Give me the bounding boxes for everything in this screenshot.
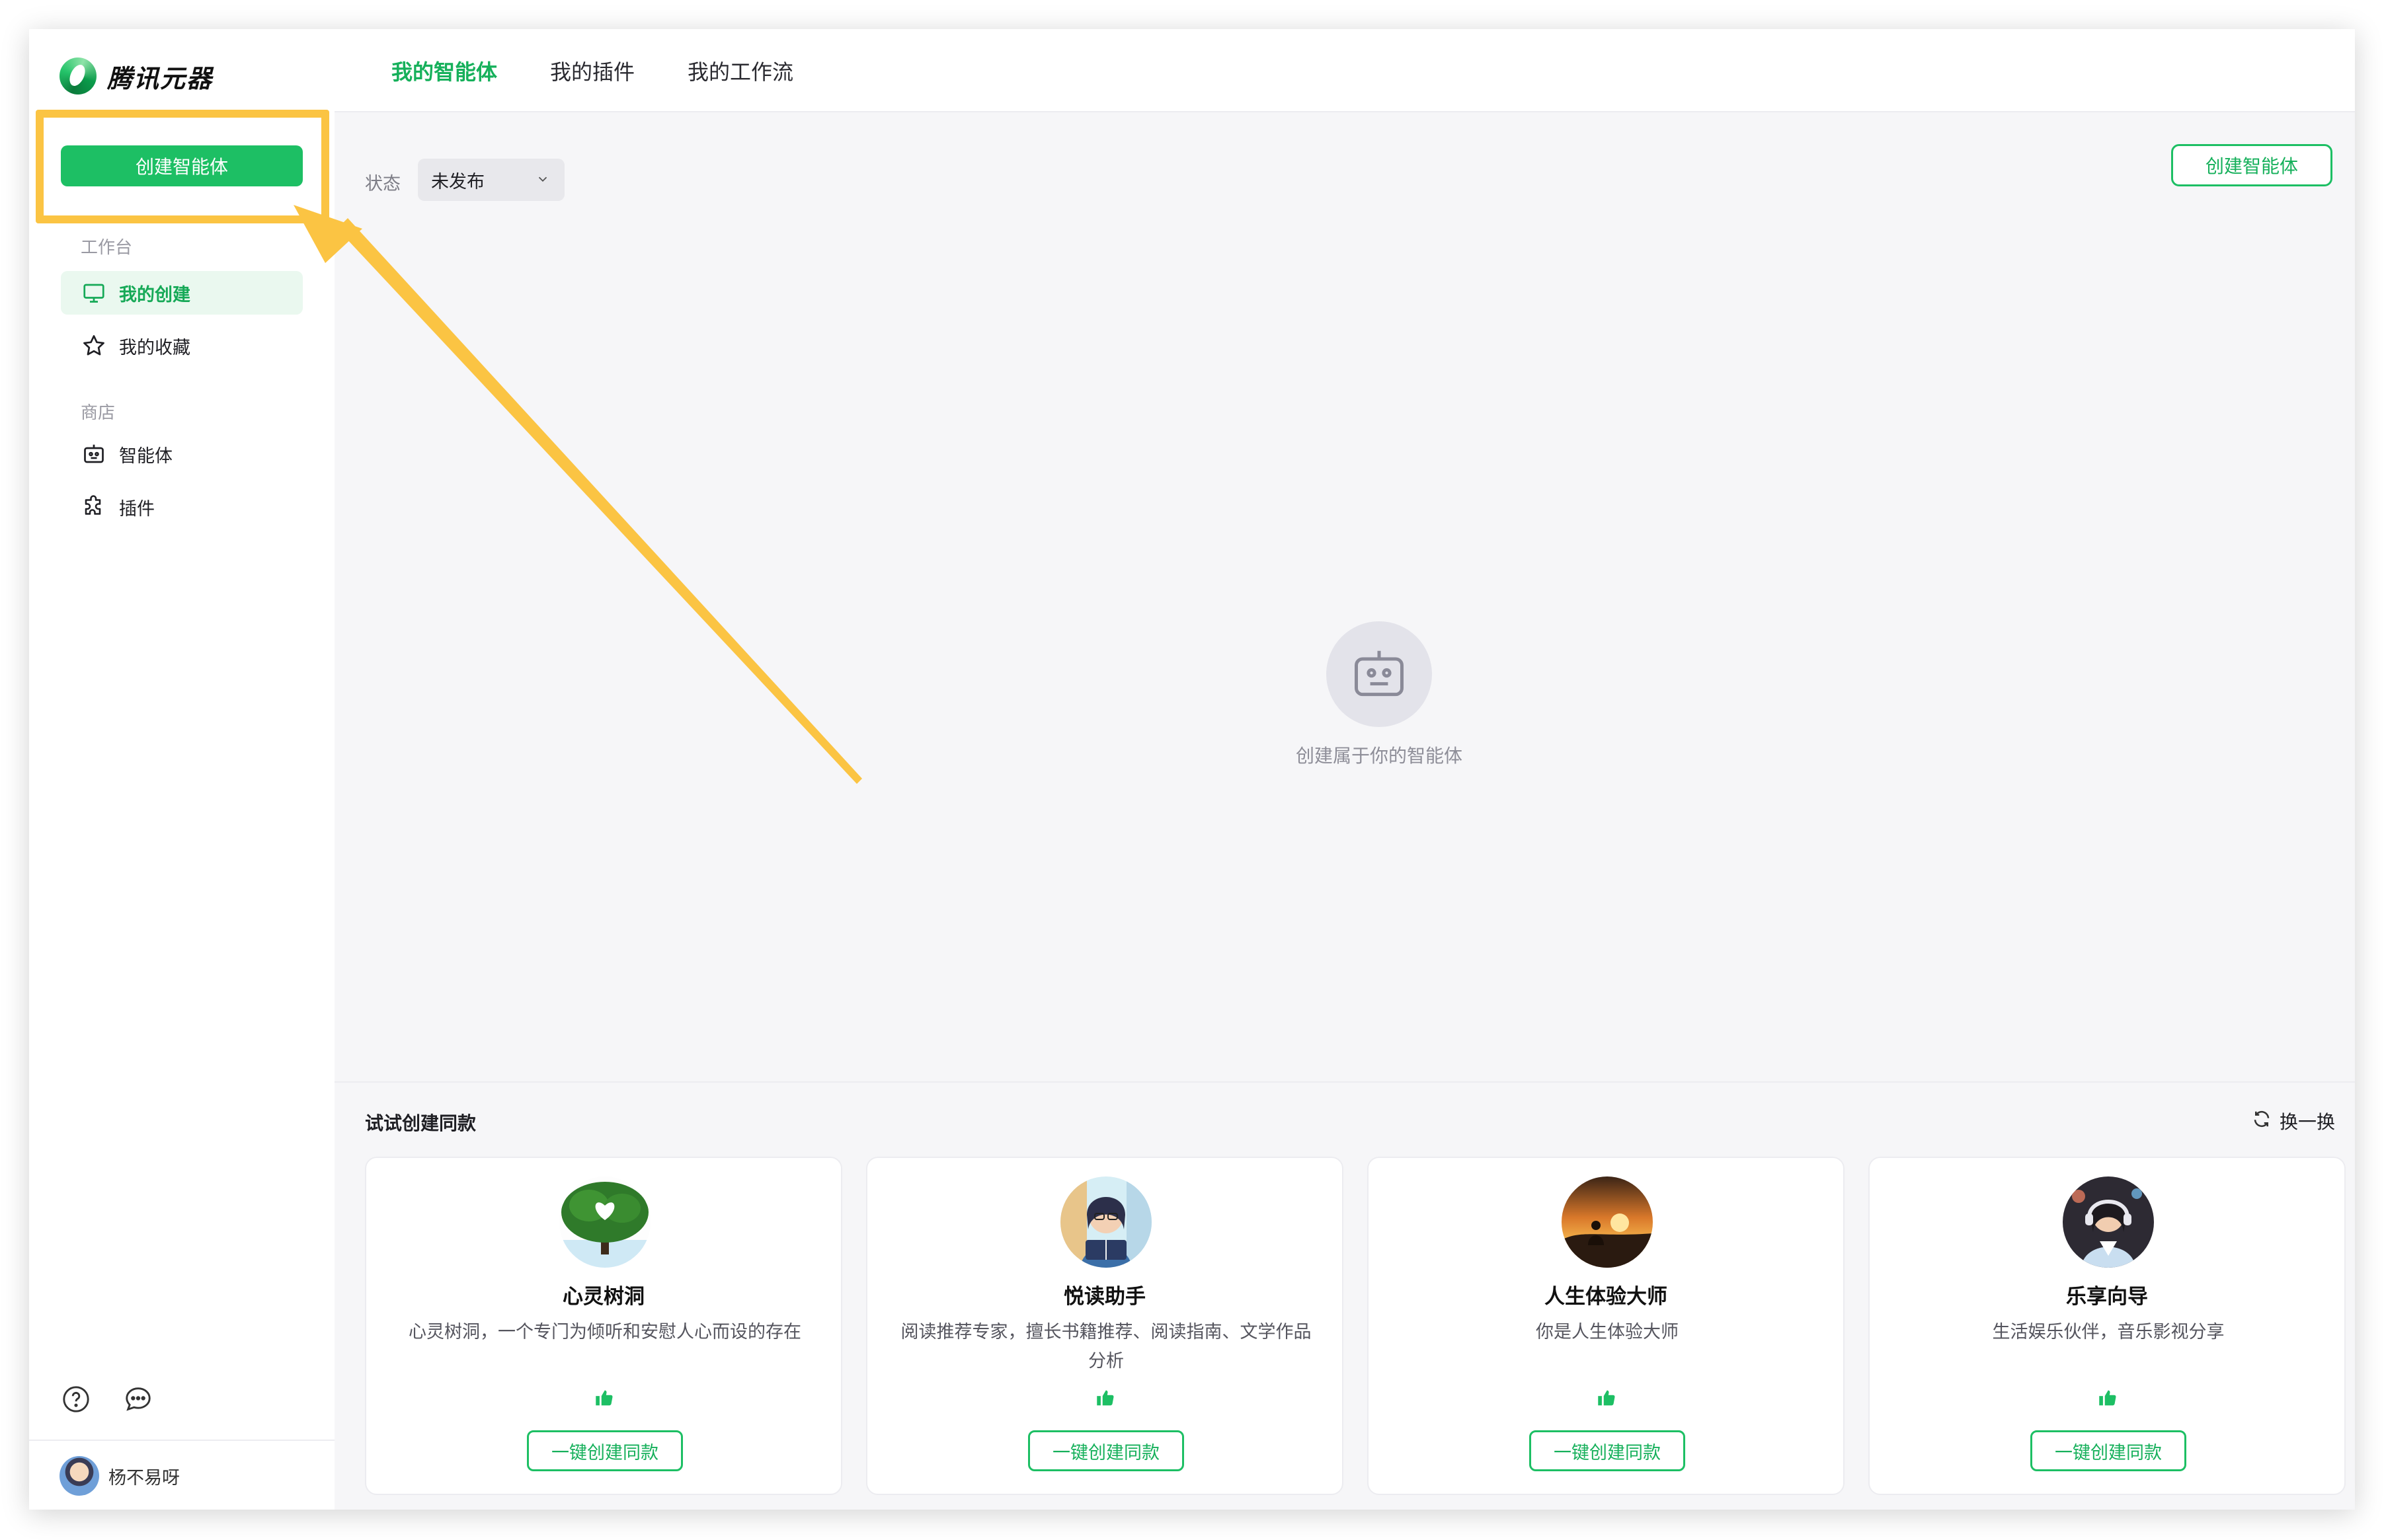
thumbs-up-icon[interactable] bbox=[1595, 1387, 1619, 1410]
create-agent-button[interactable]: 创建智能体 bbox=[2171, 144, 2332, 186]
sidebar-item-agents[interactable]: 智能体 bbox=[61, 432, 303, 476]
user-name: 杨不易呀 bbox=[108, 1467, 180, 1488]
thumbs-up-icon[interactable] bbox=[1094, 1387, 1118, 1410]
thumbs-up-icon[interactable] bbox=[593, 1387, 617, 1410]
section-title: 试试创建同款 bbox=[365, 1112, 477, 1134]
logo-icon bbox=[60, 58, 97, 95]
template-card[interactable]: 悦读助手 阅读推荐专家，擅长书籍推荐、阅读指南、文学作品分析 一键创建同款 bbox=[866, 1157, 1343, 1495]
robot-icon bbox=[81, 441, 107, 467]
topbar: 我的智能体 我的插件 我的工作流 bbox=[335, 29, 2355, 112]
try-templates-section: 试试创建同款 换一换 心灵树洞 心灵树洞，一个专门为倾听和安慰人心而设的存在 一… bbox=[335, 1081, 2355, 1510]
create-same-button[interactable]: 一键创建同款 bbox=[527, 1430, 683, 1471]
sidebar-item-plugins[interactable]: 插件 bbox=[61, 485, 303, 529]
logo-text: 腾讯元器 bbox=[107, 63, 214, 93]
empty-state-robot-icon bbox=[1326, 621, 1432, 727]
puzzle-icon bbox=[81, 494, 107, 520]
create-same-button[interactable]: 一键创建同款 bbox=[1529, 1430, 1685, 1471]
create-same-button[interactable]: 一键创建同款 bbox=[2030, 1430, 2186, 1471]
main-content: 状态 未发布 创建智能体 创建属于你的智能体 bbox=[335, 112, 2355, 1081]
refresh-label: 换一换 bbox=[2279, 1111, 2335, 1133]
empty-state-text: 创建属于你的智能体 bbox=[1295, 745, 1462, 767]
user-profile[interactable]: 杨不易呀 bbox=[29, 1440, 335, 1510]
tab-my-plugins[interactable]: 我的插件 bbox=[550, 56, 635, 86]
card-description: 阅读推荐专家，擅长书籍推荐、阅读指南、文学作品分析 bbox=[900, 1322, 1312, 1371]
app-window: 腾讯元器 工作台 创建智能体 我的创建 我的收藏 商店 智能体 插件 杨不易呀 … bbox=[29, 29, 2355, 1510]
sidebar-item-label: 我的收藏 bbox=[119, 337, 190, 358]
chevron-down-icon bbox=[536, 172, 550, 189]
tab-my-workflows[interactable]: 我的工作流 bbox=[688, 56, 793, 86]
sidebar-bottom-icons bbox=[61, 1384, 155, 1416]
template-card[interactable]: 人生体验大师 你是人生体验大师 一键创建同款 bbox=[1367, 1157, 1845, 1495]
help-icon[interactable] bbox=[61, 1384, 93, 1416]
sidebar-item-my-favorites[interactable]: 我的收藏 bbox=[61, 324, 303, 367]
sidebar: 腾讯元器 工作台 创建智能体 我的创建 我的收藏 商店 智能体 插件 杨不易呀 bbox=[29, 29, 336, 1510]
section-label-workspace: 工作台 bbox=[81, 238, 133, 258]
music-guide-avatar bbox=[2063, 1176, 2154, 1268]
card-name: 心灵树洞 bbox=[563, 1285, 645, 1309]
feedback-icon[interactable] bbox=[123, 1384, 155, 1416]
status-select-value: 未发布 bbox=[431, 171, 485, 192]
card-name: 人生体验大师 bbox=[1544, 1285, 1667, 1309]
sunset-avatar bbox=[1562, 1176, 1653, 1268]
sidebar-item-label: 我的创建 bbox=[119, 284, 190, 305]
card-name: 悦读助手 bbox=[1064, 1285, 1146, 1309]
create-same-button[interactable]: 一键创建同款 bbox=[1028, 1430, 1184, 1471]
sidebar-item-label: 智能体 bbox=[119, 445, 173, 467]
thumbs-up-icon[interactable] bbox=[2096, 1387, 2120, 1410]
card-name: 乐享向导 bbox=[2066, 1285, 2148, 1309]
card-description: 你是人生体验大师 bbox=[1536, 1322, 1679, 1342]
template-card[interactable]: 心灵树洞 心灵树洞，一个专门为倾听和安慰人心而设的存在 一键创建同款 bbox=[365, 1157, 842, 1495]
card-description: 生活娱乐伙伴，音乐影视分享 bbox=[1992, 1322, 2225, 1342]
sidebar-item-label: 插件 bbox=[119, 498, 155, 520]
card-description: 心灵树洞，一个专门为倾听和安慰人心而设的存在 bbox=[409, 1322, 801, 1342]
logo[interactable]: 腾讯元器 bbox=[60, 56, 213, 96]
status-select[interactable]: 未发布 bbox=[418, 159, 565, 201]
reader-avatar bbox=[1060, 1176, 1152, 1268]
star-icon bbox=[81, 332, 107, 359]
refresh-icon bbox=[2252, 1109, 2272, 1134]
refresh-button[interactable]: 换一换 bbox=[2252, 1108, 2335, 1134]
sidebar-item-my-creations[interactable]: 我的创建 bbox=[61, 271, 303, 315]
status-filter-label: 状态 bbox=[365, 174, 401, 194]
tab-my-agents[interactable]: 我的智能体 bbox=[391, 56, 497, 86]
avatar bbox=[60, 1456, 99, 1496]
section-label-store: 商店 bbox=[81, 403, 116, 423]
highlight-box bbox=[36, 110, 329, 223]
tree-heart-avatar bbox=[559, 1176, 651, 1268]
template-card[interactable]: 乐享向导 生活娱乐伙伴，音乐影视分享 一键创建同款 bbox=[1868, 1157, 2346, 1495]
monitor-icon bbox=[81, 280, 107, 306]
